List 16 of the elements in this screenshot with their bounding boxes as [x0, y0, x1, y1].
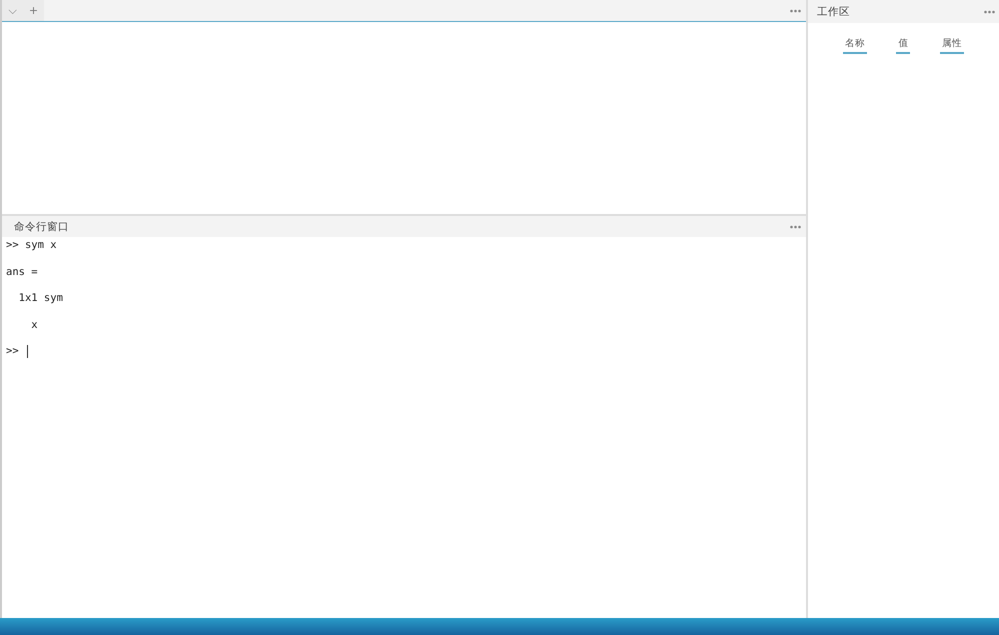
- more-icon[interactable]: [790, 8, 801, 12]
- console-line: x: [30, 318, 38, 332]
- add-tab-button[interactable]: +: [23, 0, 44, 21]
- panel-title: 工作区: [817, 4, 851, 18]
- column-header[interactable]: 属性: [940, 37, 964, 54]
- console-line: ans =: [6, 266, 38, 279]
- panel-title: 命令行窗口: [14, 220, 70, 234]
- dropdown-button[interactable]: ⌵: [2, 0, 23, 21]
- column-header[interactable]: 值: [896, 37, 910, 54]
- more-icon[interactable]: [790, 224, 801, 228]
- console-line: >> sym x: [6, 239, 57, 252]
- text-cursor: [26, 345, 28, 358]
- column-header[interactable]: 名称: [842, 37, 867, 54]
- more-icon[interactable]: [984, 10, 995, 14]
- console-line: 1x1 sym: [18, 292, 63, 306]
- command-prompt: >>: [6, 345, 19, 358]
